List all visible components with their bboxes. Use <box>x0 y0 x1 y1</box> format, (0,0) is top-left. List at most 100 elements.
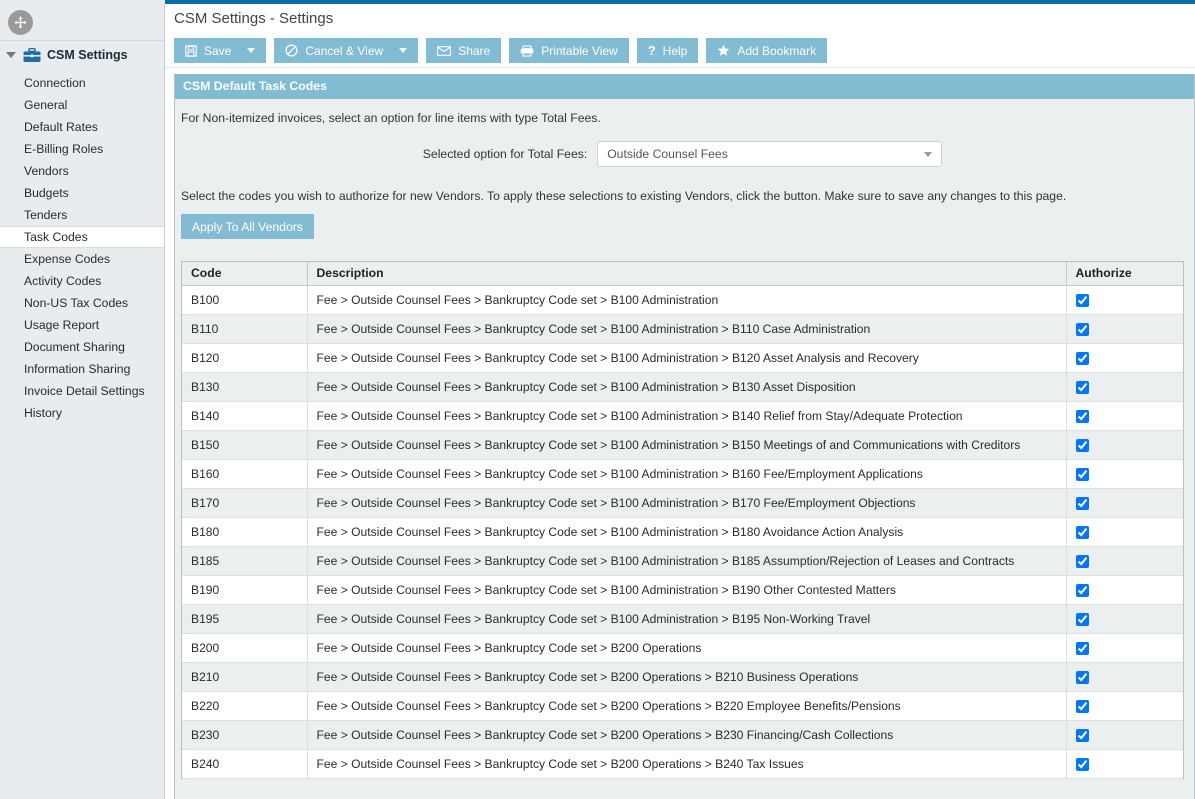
authorize-checkbox[interactable] <box>1075 583 1089 597</box>
table-row: B210 Fee > Outside Counsel Fees > Bankrup… <box>182 662 1183 692</box>
toolbar: Save Cancel & View Share Printable View … <box>165 34 1195 68</box>
authorize-checkbox[interactable] <box>1075 641 1089 655</box>
printable-view-button[interactable]: Printable View <box>509 38 629 63</box>
column-header-description[interactable]: Description <box>307 262 1067 286</box>
apply-to-all-vendors-button[interactable]: Apply To All Vendors <box>181 214 314 239</box>
cell-authorize <box>1066 343 1183 373</box>
authorize-instructions: Select the codes you wish to authorize f… <box>181 189 1067 203</box>
cancel-dropdown-caret-icon[interactable] <box>399 48 408 53</box>
sidebar-item-activity-codes[interactable]: Activity Codes <box>0 270 164 292</box>
authorize-checkbox[interactable] <box>1075 438 1089 452</box>
authorize-checkbox[interactable] <box>1075 728 1089 742</box>
cell-description: Fee > Outside Counsel Fees > Bankruptcy … <box>307 459 1067 489</box>
sidebar-item-document-sharing[interactable]: Document Sharing <box>0 336 164 358</box>
cancel-circle-icon <box>285 44 298 57</box>
sidebar-item-vendors[interactable]: Vendors <box>0 160 164 182</box>
cell-description: Fee > Outside Counsel Fees > Bankruptcy … <box>307 285 1067 315</box>
sidebar-item-history[interactable]: History <box>0 402 164 424</box>
cell-authorize <box>1066 546 1183 576</box>
cell-description: Fee > Outside Counsel Fees > Bankruptcy … <box>307 372 1067 402</box>
cell-description: Fee > Outside Counsel Fees > Bankruptcy … <box>307 488 1067 518</box>
column-header-code[interactable]: Code <box>182 262 308 286</box>
sidebar-item-non-us-tax-codes[interactable]: Non-US Tax Codes <box>0 292 164 314</box>
authorize-checkbox[interactable] <box>1075 699 1089 713</box>
table-row: B180 Fee > Outside Counsel Fees > Bankrup… <box>182 517 1183 547</box>
authorize-checkbox[interactable] <box>1075 380 1089 394</box>
caret-down-icon[interactable] <box>6 52 16 58</box>
cell-authorize <box>1066 749 1183 779</box>
help-button-label: Help <box>662 43 688 58</box>
add-bookmark-button[interactable]: Add Bookmark <box>706 38 828 63</box>
table-header: Code Description Authorize <box>182 262 1183 286</box>
cell-description: Fee > Outside Counsel Fees > Bankruptcy … <box>307 546 1067 576</box>
cell-code: B160 <box>182 459 308 489</box>
cell-authorize <box>1066 633 1183 663</box>
authorize-checkbox[interactable] <box>1075 467 1089 481</box>
sidebar-item-budgets[interactable]: Budgets <box>0 182 164 204</box>
envelope-icon <box>437 45 452 56</box>
sidebar-item-task-codes[interactable]: Task Codes <box>0 226 164 248</box>
authorize-checkbox[interactable] <box>1075 670 1089 684</box>
column-header-authorize[interactable]: Authorize <box>1066 262 1183 286</box>
cell-authorize <box>1066 401 1183 431</box>
authorize-checkbox[interactable] <box>1075 351 1089 365</box>
save-dropdown-caret-icon[interactable] <box>247 48 256 53</box>
sidebar-header-label: CSM Settings <box>47 48 128 62</box>
table-row: B100 Fee > Outside Counsel Fees > Bankrup… <box>182 285 1183 315</box>
table-header-row: Code Description Authorize <box>182 262 1183 286</box>
sidebar-item-connection[interactable]: Connection <box>0 72 164 94</box>
sidebar-item-information-sharing[interactable]: Information Sharing <box>0 358 164 380</box>
authorize-checkbox[interactable] <box>1075 525 1089 539</box>
total-fees-selected-value: Outside Counsel Fees <box>607 147 728 161</box>
cell-description: Fee > Outside Counsel Fees > Bankruptcy … <box>307 691 1067 721</box>
table-body: B100 Fee > Outside Counsel Fees > Bankrup… <box>182 285 1183 779</box>
cell-authorize <box>1066 430 1183 460</box>
star-icon <box>717 44 730 57</box>
cancel-and-view-button[interactable]: Cancel & View <box>274 38 419 63</box>
authorize-checkbox[interactable] <box>1075 322 1089 336</box>
authorize-checkbox[interactable] <box>1075 757 1089 771</box>
add-bookmark-label: Add Bookmark <box>737 43 817 58</box>
sidebar-item-tenders[interactable]: Tenders <box>0 204 164 226</box>
cell-authorize <box>1066 372 1183 402</box>
cell-code: B170 <box>182 488 308 518</box>
cell-description: Fee > Outside Counsel Fees > Bankruptcy … <box>307 575 1067 605</box>
printable-view-label: Printable View <box>541 43 618 58</box>
table-row: B220 Fee > Outside Counsel Fees > Bankrup… <box>182 691 1183 721</box>
table-row: B160 Fee > Outside Counsel Fees > Bankrup… <box>182 459 1183 489</box>
sidebar-item-general[interactable]: General <box>0 94 164 116</box>
sidebar-item-default-rates[interactable]: Default Rates <box>0 116 164 138</box>
table-row: B170 Fee > Outside Counsel Fees > Bankrup… <box>182 488 1183 518</box>
cell-description: Fee > Outside Counsel Fees > Bankruptcy … <box>307 662 1067 692</box>
table-row: B230 Fee > Outside Counsel Fees > Bankrup… <box>182 720 1183 750</box>
authorize-checkbox[interactable] <box>1075 409 1089 423</box>
cell-code: B120 <box>182 343 308 373</box>
cell-code: B185 <box>182 546 308 576</box>
help-button[interactable]: ? Help <box>636 38 699 63</box>
cell-description: Fee > Outside Counsel Fees > Bankruptcy … <box>307 430 1067 460</box>
authorize-checkbox[interactable] <box>1075 554 1089 568</box>
cell-description: Fee > Outside Counsel Fees > Bankruptcy … <box>307 314 1067 344</box>
table-row: B185 Fee > Outside Counsel Fees > Bankrup… <box>182 546 1183 576</box>
sidebar-item-expense-codes[interactable]: Expense Codes <box>0 248 164 270</box>
move-arrows-icon[interactable] <box>8 9 33 35</box>
authorize-checkbox[interactable] <box>1075 293 1089 307</box>
total-fees-select[interactable]: Outside Counsel Fees <box>597 141 943 167</box>
question-mark-icon: ? <box>647 43 656 58</box>
save-button-label: Save <box>204 43 232 58</box>
table-row: B130 Fee > Outside Counsel Fees > Bankrup… <box>182 372 1183 402</box>
chevron-down-icon <box>924 151 933 157</box>
cell-code: B180 <box>182 517 308 547</box>
share-button[interactable]: Share <box>426 38 502 63</box>
sidebar-header[interactable]: CSM Settings <box>0 41 164 69</box>
sidebar-item-e-billing-roles[interactable]: E-Billing Roles <box>0 138 164 160</box>
cell-code: B100 <box>182 285 308 315</box>
cell-authorize <box>1066 517 1183 547</box>
table-row: B110 Fee > Outside Counsel Fees > Bankrup… <box>182 314 1183 344</box>
table-row: B240 Fee > Outside Counsel Fees > Bankrup… <box>182 749 1183 779</box>
sidebar-item-invoice-detail-settings[interactable]: Invoice Detail Settings <box>0 380 164 402</box>
authorize-checkbox[interactable] <box>1075 496 1089 510</box>
authorize-checkbox[interactable] <box>1075 612 1089 626</box>
save-button[interactable]: Save <box>174 38 267 63</box>
sidebar-item-usage-report[interactable]: Usage Report <box>0 314 164 336</box>
